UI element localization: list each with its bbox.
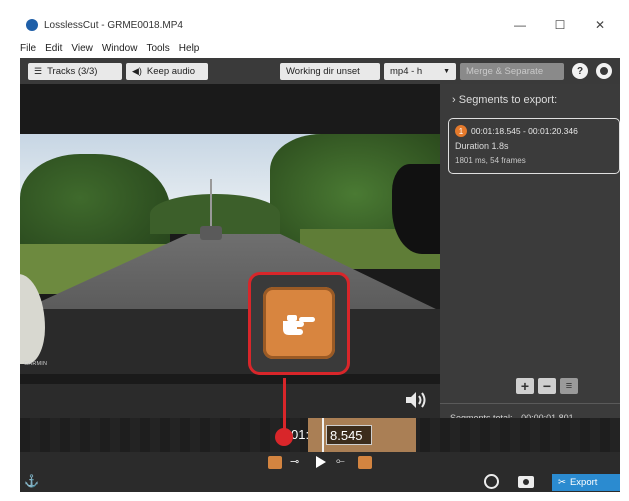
camera-icon[interactable]	[518, 476, 534, 488]
segment-duration: Duration 1.8s	[455, 141, 509, 151]
segment-number-badge: 1	[455, 125, 467, 137]
set-cut-end-button[interactable]	[358, 456, 372, 469]
list-icon: ☰	[34, 66, 43, 76]
app-logo-icon	[26, 19, 38, 31]
working-dir-button[interactable]: Working dir unset	[280, 63, 380, 80]
video-player[interactable]: GARMIN	[20, 84, 440, 408]
chevron-down-icon: ▼	[443, 68, 450, 75]
toolbar: ☰ Tracks (3/3) ◀) Keep audio Working dir…	[20, 58, 620, 84]
menu-bar: File Edit View Window Tools Help	[20, 38, 620, 58]
playhead[interactable]	[322, 418, 324, 452]
close-button[interactable]: ✕	[580, 12, 620, 38]
export-label: Export	[569, 477, 598, 488]
add-segment-button[interactable]: +	[516, 378, 534, 394]
merge-separate-button[interactable]: Merge & Separate	[460, 63, 564, 80]
app-window: LosslessCut - GRME0018.MP4 — ☐ ✕ File Ed…	[20, 12, 620, 492]
jump-cut-end-icon[interactable]: ⟜	[336, 455, 345, 468]
segment-time-range: 00:01:18.545 - 00:01:20.346	[471, 126, 578, 136]
current-time-input[interactable]	[326, 425, 372, 445]
window-controls: — ☐ ✕	[500, 12, 620, 38]
chevron-right-icon: ›	[452, 94, 456, 106]
scissors-icon: ✂	[558, 477, 566, 488]
maximize-button[interactable]: ☐	[540, 12, 580, 38]
segment-item[interactable]: 1 00:01:18.545 - 00:01:20.346 Duration 1…	[448, 118, 620, 174]
pointing-hand-icon	[283, 315, 315, 335]
tutorial-callout-box	[248, 272, 350, 375]
play-icon[interactable]	[316, 456, 326, 468]
segments-panel-header[interactable]: › Segments to export:	[452, 94, 557, 106]
set-cut-start-button[interactable]	[268, 456, 282, 469]
set-cut-start-button-zoomed	[263, 287, 335, 359]
menu-tools[interactable]: Tools	[146, 43, 169, 54]
title-bar: LosslessCut - GRME0018.MP4 — ☐ ✕	[20, 12, 620, 38]
video-frame: GARMIN	[20, 134, 440, 374]
help-icon[interactable]: ?	[572, 63, 588, 79]
remove-segment-button[interactable]: −	[538, 378, 556, 394]
current-time-prefix: 01:	[291, 427, 310, 442]
car	[200, 226, 222, 240]
format-label: mp4 - h	[390, 66, 423, 77]
tracks-button[interactable]: ☰ Tracks (3/3)	[28, 63, 122, 80]
menu-file[interactable]: File	[20, 43, 36, 54]
menu-help[interactable]: Help	[179, 43, 200, 54]
segment-list-button[interactable]: ≡	[560, 378, 578, 394]
menu-view[interactable]: View	[71, 43, 93, 54]
segments-panel: › Segments to export: 1 00:01:18.545 - 0…	[440, 84, 620, 439]
keep-audio-button[interactable]: ◀) Keep audio	[126, 63, 208, 80]
speaker-icon: ◀)	[132, 66, 142, 76]
segment-frames: 1801 ms, 54 frames	[455, 156, 526, 165]
export-button[interactable]: ✂ Export	[552, 474, 620, 491]
playback-controls: ⊸ ⟜ ⚓ ✂ Export	[20, 452, 620, 492]
dashboard	[20, 309, 440, 374]
rotate-icon[interactable]	[484, 474, 499, 489]
dashcam-watermark: GARMIN	[24, 361, 48, 367]
tutorial-callout-dot	[275, 428, 293, 446]
window-title: LosslessCut - GRME0018.MP4	[44, 19, 183, 31]
anchor-icon[interactable]: ⚓	[24, 474, 39, 488]
minimize-button[interactable]: —	[500, 12, 540, 38]
keep-audio-label: Keep audio	[146, 66, 195, 77]
menu-edit[interactable]: Edit	[45, 43, 62, 54]
timeline[interactable]: 01:	[20, 418, 620, 452]
gear-icon[interactable]	[596, 63, 612, 79]
tracks-label: Tracks (3/3)	[47, 66, 98, 77]
format-select[interactable]: mp4 - h ▼	[384, 63, 456, 80]
menu-window[interactable]: Window	[102, 43, 138, 54]
segments-panel-title: Segments to export:	[458, 94, 558, 106]
volume-icon[interactable]	[404, 390, 428, 410]
jump-cut-start-icon[interactable]: ⊸	[290, 455, 299, 468]
